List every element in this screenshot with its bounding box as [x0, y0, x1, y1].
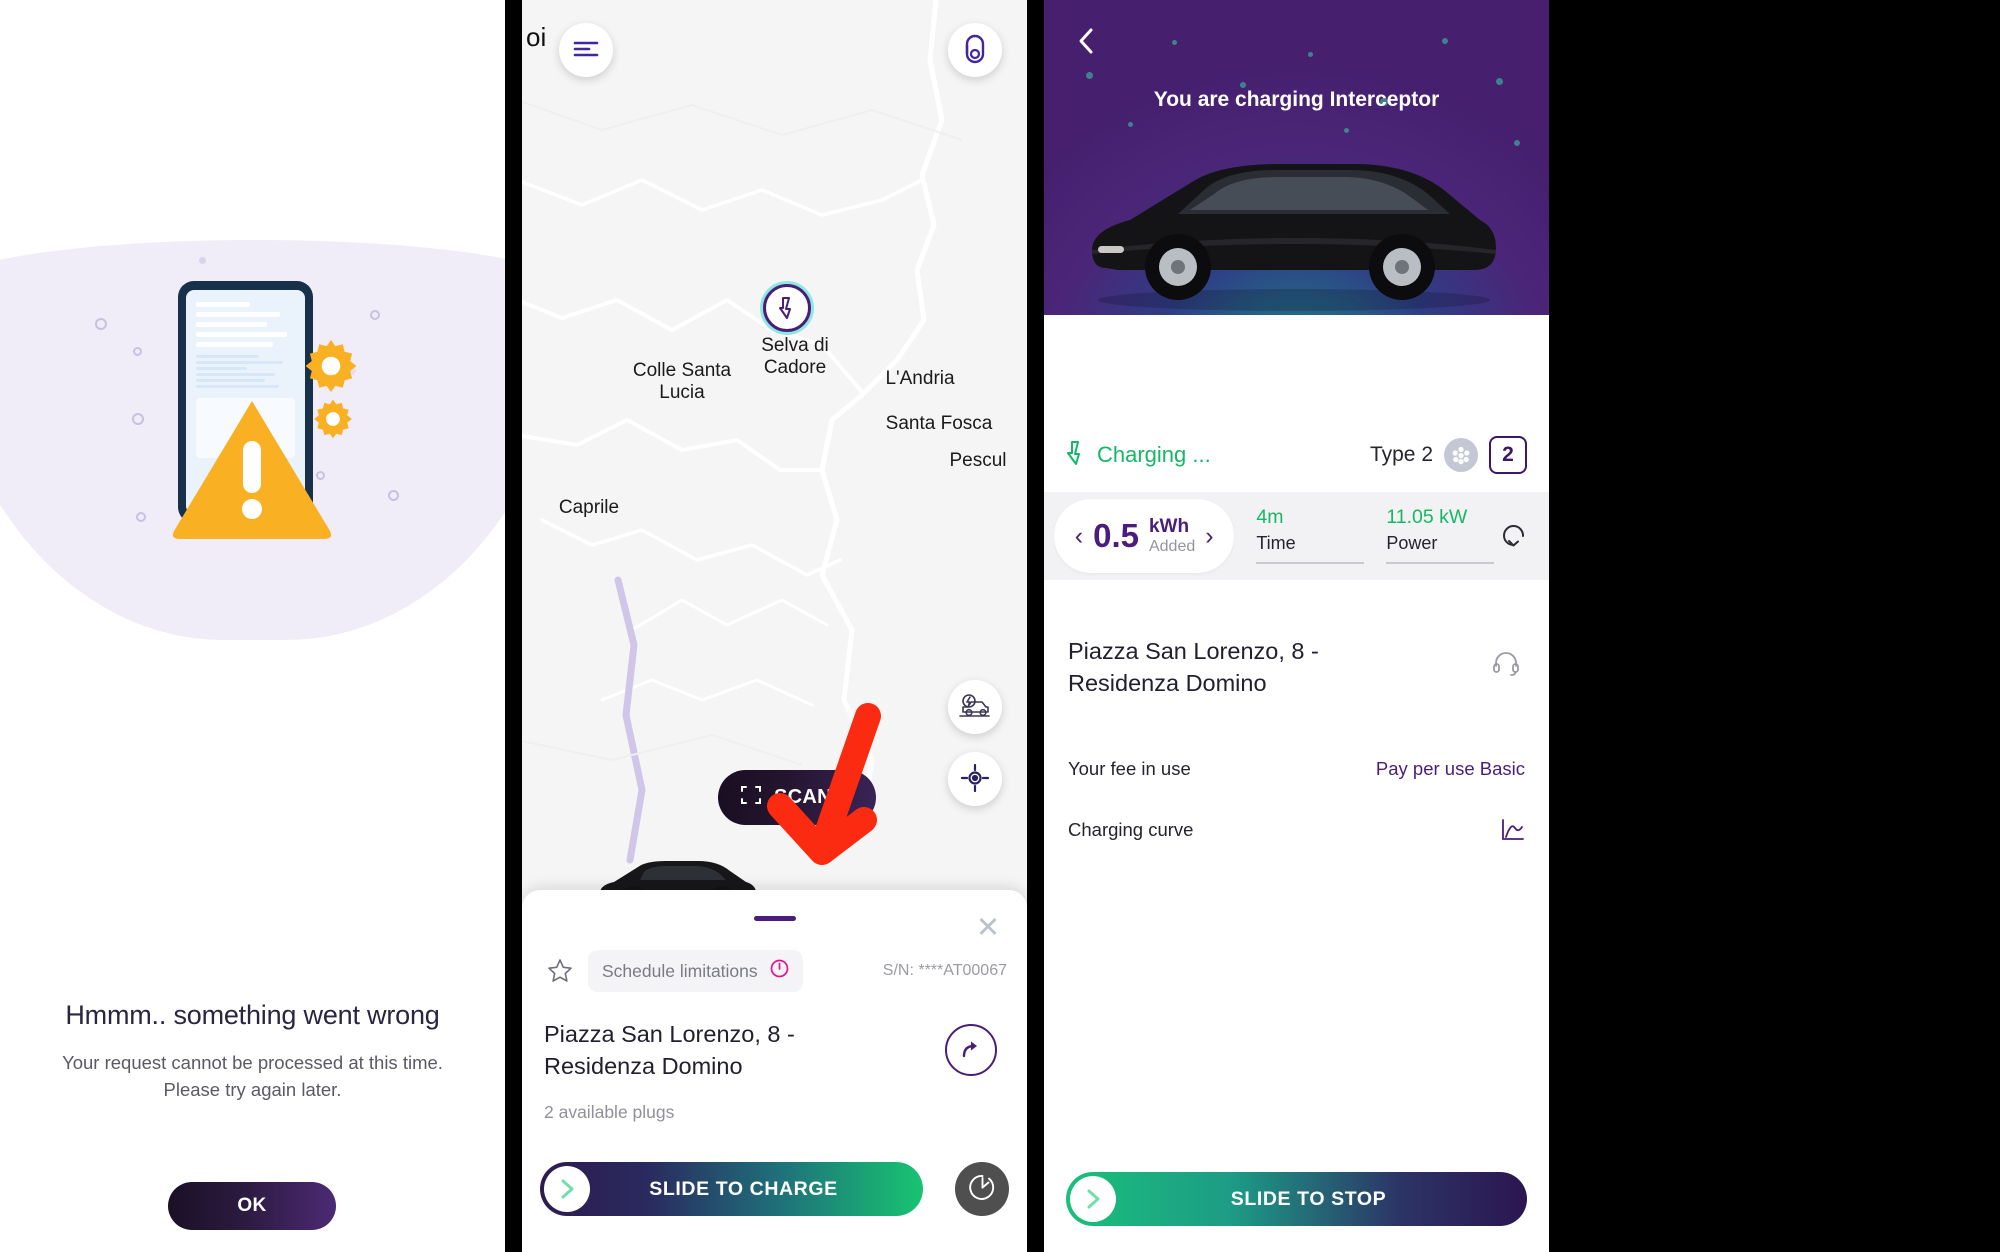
error-description: Your request cannot be processed at this… — [62, 1052, 443, 1100]
three-panel-screenshot: Hmmm.. something went wrong Your request… — [0, 0, 2000, 1252]
session-title: You are charging Interceptor — [1153, 88, 1440, 111]
page-title: Hmmm.. something went wrong — [65, 1000, 440, 1030]
map-label: Santa Fosca — [885, 413, 993, 434]
energy-stepper[interactable]: ‹ 0.5 kWh Added › — [1054, 499, 1235, 573]
ev-route-car-icon — [959, 693, 991, 722]
back-chevron-icon — [1077, 27, 1095, 58]
connector-filter-button[interactable] — [948, 23, 1002, 77]
decorative-dot — [95, 318, 107, 330]
decorative-dot — [388, 490, 399, 501]
panel-error-screen: Hmmm.. something went wrong Your request… — [0, 0, 505, 1252]
power-label: Power — [1386, 533, 1438, 553]
fee-label: Your fee in use — [1068, 758, 1191, 779]
favorite-star-icon[interactable] — [542, 953, 578, 989]
metric-time: 4m Time — [1256, 506, 1365, 566]
session-metrics: ‹ 0.5 kWh Added › 4m Time 11.05 kW Power — [1044, 492, 1549, 580]
type2-socket-icon — [1444, 438, 1478, 472]
serial-number: S/N: ****AT00067 — [882, 962, 1007, 979]
slider-knob[interactable] — [1070, 1176, 1116, 1222]
fee-value: Pay per use Basic — [1375, 758, 1525, 779]
power-value: 11.05 kW — [1386, 506, 1468, 528]
vehicle-image — [1072, 150, 1512, 320]
session-address: Piazza San Lorenzo, 8 - Residenza Domino — [1068, 638, 1319, 697]
chevron-right-icon[interactable]: › — [1205, 523, 1213, 549]
charging-curve-chart-icon[interactable] — [1499, 817, 1525, 843]
energy-sub-label: Added — [1148, 537, 1196, 555]
panel-charging-session: You are charging Interceptor Charging ..… — [1044, 0, 1549, 1252]
charge-point-address: Piazza San Lorenzo, 8 - Residenza Domino — [544, 1021, 795, 1080]
map-label: L'Andria — [885, 368, 955, 389]
charging-plug-icon — [963, 34, 987, 67]
partial-text-fragment: oi — [526, 22, 547, 52]
slide-to-stop-button[interactable]: SLIDE TO STOP — [1066, 1172, 1527, 1226]
decorative-dot — [370, 310, 380, 320]
map-label: Selva di Cadore — [761, 335, 829, 378]
locate-me-icon — [960, 763, 990, 795]
available-plugs-count: 2 available plugs — [544, 1102, 675, 1122]
charging-curve-row[interactable]: Charging curve — [1068, 817, 1525, 843]
map-label: Pescul — [949, 450, 1007, 471]
slide-to-charge-button[interactable]: SLIDE TO CHARGE — [540, 1162, 923, 1216]
close-icon[interactable]: ✕ — [971, 910, 1005, 944]
directions-arrow-icon — [960, 1038, 982, 1063]
fee-row: Your fee in use Pay per use Basic — [1068, 758, 1525, 780]
support-button[interactable] — [1487, 645, 1525, 683]
directions-button[interactable] — [945, 1024, 997, 1076]
map-label: Colle Santa Lucia — [632, 360, 732, 403]
sheet-drag-handle[interactable] — [753, 916, 796, 921]
qr-scan-icon — [740, 784, 762, 812]
schedule-limitations-label: Schedule limitations — [602, 960, 758, 981]
time-value: 4m — [1256, 506, 1284, 528]
metric-power: 11.05 kW Power — [1386, 506, 1495, 566]
map-label: Caprile — [558, 497, 620, 518]
decorative-dot — [136, 512, 146, 522]
sheet-meta-row: Schedule limitations S/N: ****AT00067 — [522, 950, 1027, 992]
headset-support-icon — [1492, 650, 1520, 679]
charging-status-row: Charging ... Type 2 2 — [1044, 425, 1549, 485]
slide-to-charge-label: SLIDE TO CHARGE — [649, 1177, 838, 1200]
schedule-button[interactable] — [955, 1162, 1009, 1216]
slide-to-stop-label: SLIDE TO STOP — [1230, 1187, 1387, 1210]
charging-status-text: Charging ... — [1097, 442, 1211, 467]
hamburger-menu-icon — [573, 39, 599, 62]
back-button[interactable] — [1066, 22, 1106, 62]
charging-curve-label: Charging curve — [1068, 819, 1194, 840]
chevron-left-icon[interactable]: ‹ — [1075, 523, 1083, 549]
panel-divider — [1027, 0, 1044, 1252]
slider-knob[interactable] — [544, 1166, 590, 1212]
time-label: Time — [1256, 533, 1296, 553]
energy-unit: kWh — [1148, 516, 1190, 538]
decorative-dot — [133, 347, 142, 356]
connector-type-label: Type 2 — [1369, 443, 1433, 466]
warning-clock-icon — [770, 959, 789, 983]
schedule-limitations-chip[interactable]: Schedule limitations — [588, 950, 803, 992]
charge-point-bottom-sheet: ✕ Schedule limitations S/N: ****AT00067 … — [522, 890, 1027, 1252]
ev-route-button[interactable] — [948, 680, 1002, 734]
panel-divider — [505, 0, 522, 1252]
menu-button[interactable] — [559, 23, 613, 77]
connector-type-group: Type 2 2 — [1370, 436, 1527, 474]
charging-bolt-icon — [1066, 440, 1085, 471]
warning-triangle-icon — [170, 397, 334, 539]
charge-point-marker-icon[interactable] — [763, 284, 811, 332]
chevron-right-icon — [561, 1179, 573, 1199]
decorative-dot — [199, 257, 206, 264]
decorative-dot — [132, 413, 144, 425]
refresh-button[interactable] — [1494, 515, 1533, 557]
scan-button[interactable]: SCAN — [718, 770, 876, 825]
connector-count-badge: 2 — [1489, 436, 1527, 474]
locate-me-button[interactable] — [948, 752, 1002, 806]
energy-value: 0.5 — [1093, 517, 1139, 554]
chevron-right-icon — [1087, 1189, 1099, 1209]
schedule-clock-icon — [968, 1174, 996, 1204]
gear-icon — [300, 335, 362, 397]
scan-button-label: SCAN — [774, 786, 832, 808]
slide-to-stop-wrap: SLIDE TO STOP — [1066, 1172, 1527, 1226]
panel-map-screen: oi Colle Santa Lucia Selva di Cadore L'A… — [522, 0, 1027, 1252]
ok-button[interactable]: OK — [168, 1182, 336, 1230]
refresh-icon — [1499, 520, 1529, 553]
